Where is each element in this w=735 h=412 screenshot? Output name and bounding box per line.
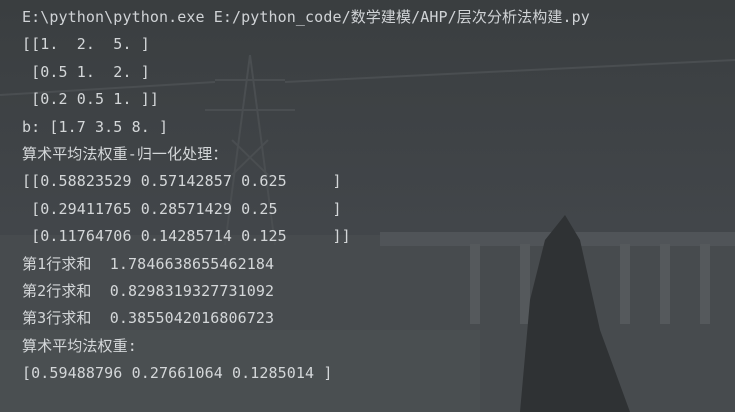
normalized-row-3: [0.11764706 0.14285714 0.125 ]] [22, 227, 351, 246]
row-sum-2: 第2行求和 0.8298319327731092 [22, 281, 275, 300]
vector-b-line: b: [1.7 3.5 8. ] [22, 117, 169, 136]
row-sum-3: 第3行求和 0.3855042016806723 [22, 309, 275, 328]
run-console[interactable]: E:\python\python.exe E:/python_code/数学建模… [0, 0, 735, 412]
console-output: E:\python\python.exe E:/python_code/数学建模… [22, 4, 725, 387]
weights-result: [0.59488796 0.27661064 0.1285014 ] [22, 364, 333, 383]
normalized-row-2: [0.29411765 0.28571429 0.25 ] [22, 199, 342, 218]
command-line: E:\python\python.exe E:/python_code/数学建模… [22, 8, 590, 26]
normalized-row-1: [[0.58823529 0.57142857 0.625 ] [22, 172, 342, 191]
row-sum-1: 第1行求和 1.7846638655462184 [22, 254, 275, 273]
normalize-heading: 算术平均法权重-归一化处理： [22, 144, 228, 163]
matrix-row-3: [0.2 0.5 1. ]] [22, 90, 159, 109]
matrix-row-1: [[1. 2. 5. ] [22, 35, 150, 54]
matrix-row-2: [0.5 1. 2. ] [22, 62, 150, 81]
weights-heading: 算术平均法权重: [22, 336, 137, 355]
